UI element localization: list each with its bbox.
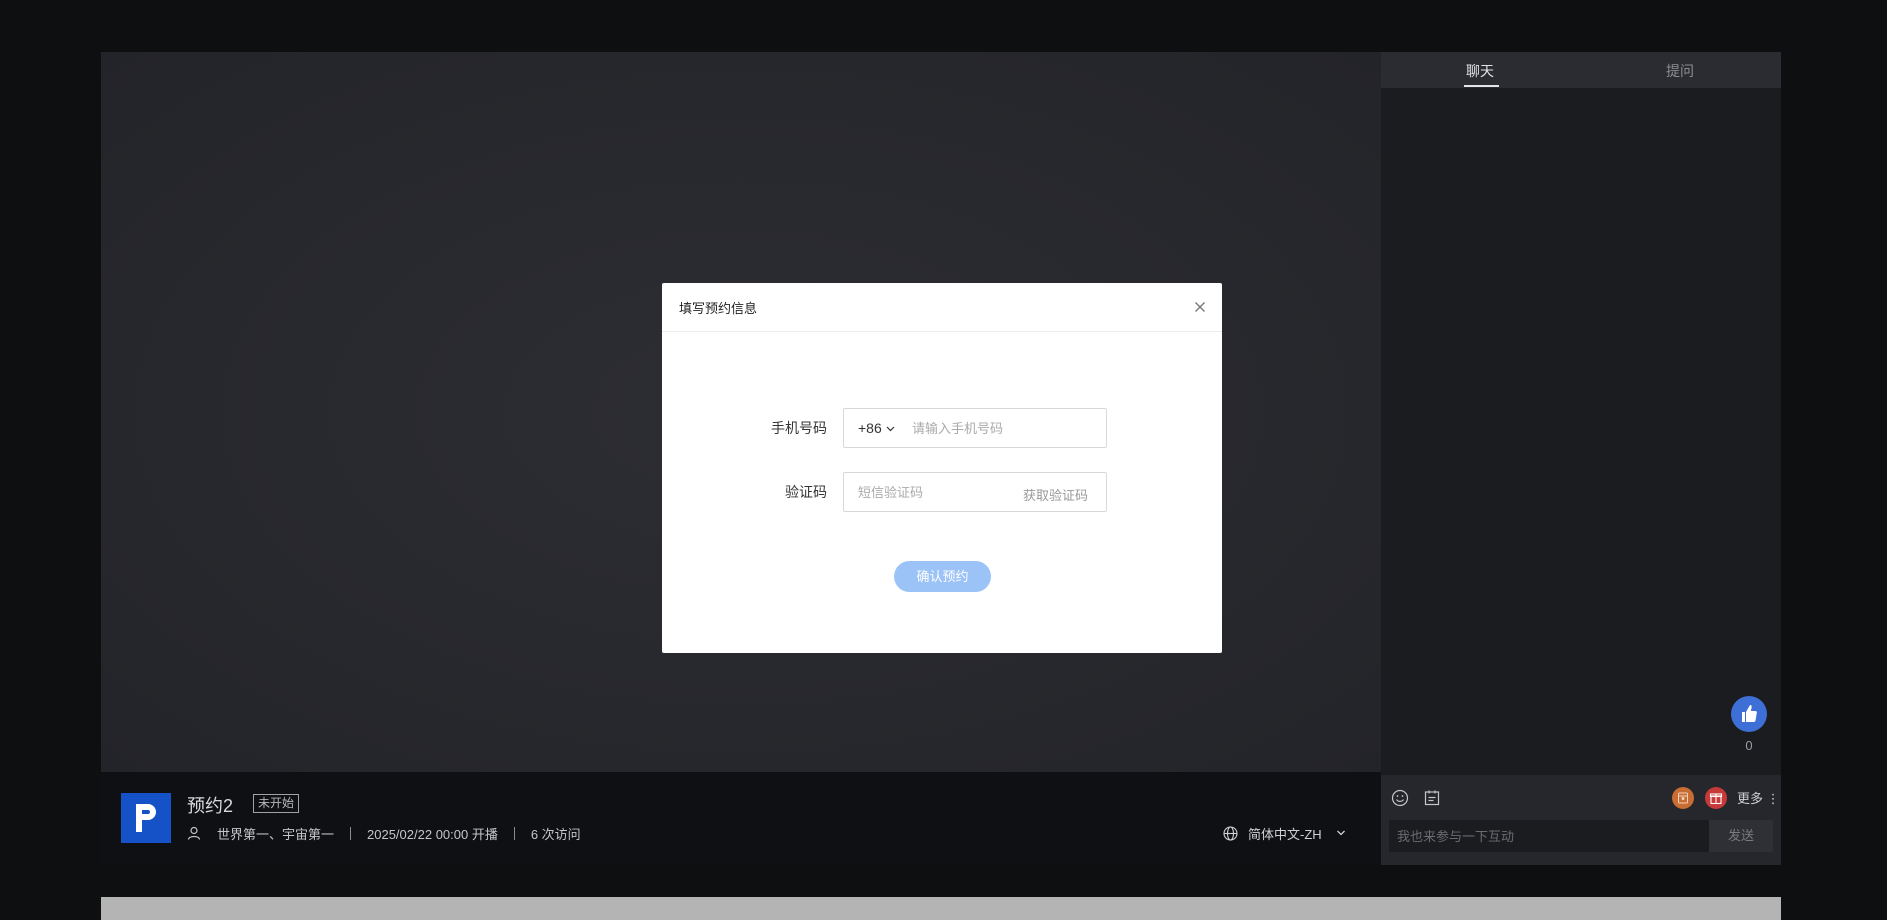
modal-title: 填写预约信息 bbox=[679, 301, 758, 316]
red-packet-icon bbox=[1678, 792, 1688, 804]
code-field: 获取验证码 bbox=[843, 472, 1107, 512]
gift-icon bbox=[1709, 793, 1723, 805]
meta-divider bbox=[513, 826, 515, 840]
host-name: 世界第一、宇宙第一 bbox=[217, 826, 335, 842]
more-button[interactable]: 更多 ⋮ bbox=[1737, 788, 1780, 807]
meta-divider bbox=[350, 826, 352, 840]
country-code-value: +86 bbox=[858, 420, 882, 436]
chat-composer: 更多 ⋮ 发送 bbox=[1381, 775, 1781, 865]
room-info-bar: 预约2 未开始 世界第一、宇宙第一 2025/02/22 00:00 开播 6 … bbox=[101, 772, 1381, 865]
tab-questions[interactable]: 提问 bbox=[1666, 61, 1694, 81]
code-label: 验证码 bbox=[785, 484, 827, 500]
channel-logo bbox=[121, 793, 171, 843]
chat-sidebar: 聊天 提问 0 更多 ⋮ 我也来参与一下互动 发送 bbox=[1381, 52, 1781, 865]
globe-icon bbox=[1223, 825, 1238, 841]
close-icon[interactable] bbox=[1190, 297, 1210, 317]
start-time: 2025/02/22 00:00 开播 bbox=[367, 826, 498, 842]
get-code-button[interactable]: 获取验证码 bbox=[1023, 485, 1088, 504]
phone-label: 手机号码 bbox=[771, 420, 827, 436]
code-input[interactable] bbox=[858, 479, 1008, 505]
chat-input[interactable] bbox=[1389, 820, 1709, 852]
tab-chat[interactable]: 聊天 bbox=[1466, 61, 1494, 81]
room-meta: 世界第一、宇宙第一 2025/02/22 00:00 开播 6 次访问 bbox=[187, 823, 581, 843]
language-select[interactable]: 简体中文-ZH bbox=[1223, 823, 1346, 843]
phone-input[interactable] bbox=[912, 415, 1097, 441]
modal-header: 填写预约信息 bbox=[662, 283, 1222, 332]
status-badge: 未开始 bbox=[253, 794, 300, 813]
language-label: 简体中文-ZH bbox=[1248, 826, 1322, 842]
room-title: 预约2 bbox=[187, 796, 234, 816]
chevron-down-icon bbox=[886, 426, 895, 431]
user-icon bbox=[187, 826, 201, 840]
country-code-select[interactable]: +86 bbox=[858, 420, 895, 436]
send-button[interactable]: 发送 bbox=[1709, 820, 1773, 852]
red-packet-button[interactable] bbox=[1672, 787, 1694, 809]
more-label: 更多 bbox=[1737, 791, 1764, 806]
chevron-down-icon bbox=[1336, 830, 1345, 836]
visit-count: 6 次访问 bbox=[530, 826, 581, 842]
notice-icon[interactable] bbox=[1423, 789, 1441, 807]
reservation-modal: 填写预约信息 手机号码 +86 验证码 获取验证码 确认预约 bbox=[662, 283, 1222, 653]
tab-active-indicator bbox=[1464, 85, 1499, 87]
sidebar-tabs: 聊天 提问 bbox=[1381, 52, 1781, 88]
more-icon: ⋮ bbox=[1763, 791, 1780, 806]
page-footer-strip bbox=[101, 897, 1781, 920]
like-button[interactable] bbox=[1731, 696, 1767, 732]
emoji-icon[interactable] bbox=[1391, 789, 1409, 807]
logo-p-icon bbox=[136, 804, 156, 832]
phone-field: +86 bbox=[843, 408, 1107, 448]
gift-button[interactable] bbox=[1705, 787, 1727, 809]
thumbs-up-icon bbox=[1742, 705, 1757, 722]
confirm-reservation-button[interactable]: 确认预约 bbox=[894, 561, 991, 592]
like-count: 0 bbox=[1745, 738, 1753, 753]
